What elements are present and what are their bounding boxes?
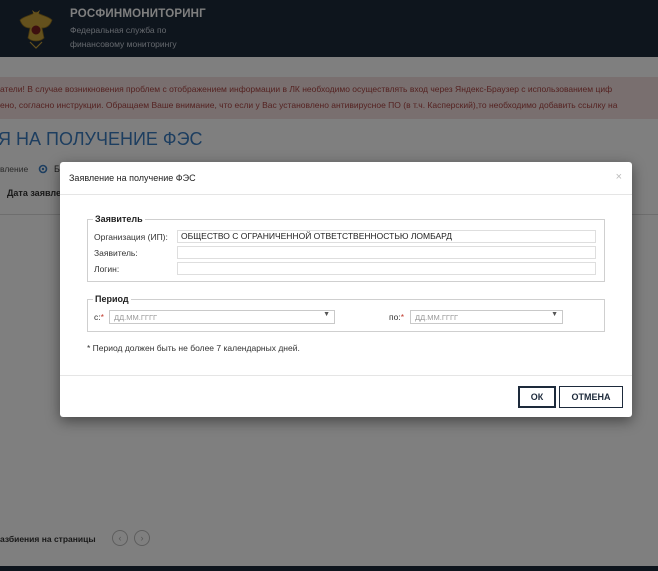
chevron-down-icon: ▼ — [323, 311, 330, 318]
org-label: Организация (ИП): — [94, 232, 168, 242]
applicant-legend: Заявитель — [93, 214, 145, 224]
period-legend: Период — [93, 294, 131, 304]
cancel-button[interactable]: ОТМЕНА — [559, 386, 623, 408]
period-group: Период с:* ДД.ММ.ГГГГ ▼ по:* ДД.ММ.ГГГГ … — [87, 294, 605, 332]
login-field[interactable] — [177, 262, 596, 275]
date-to-select[interactable]: ДД.ММ.ГГГГ ▼ — [410, 310, 563, 324]
date-to-placeholder: ДД.ММ.ГГГГ — [415, 313, 459, 322]
dialog-title: Заявление на получение ФЭС — [69, 173, 196, 183]
period-note: * Период должен быть не более 7 календар… — [87, 343, 300, 353]
chevron-down-icon: ▼ — [551, 311, 558, 318]
fes-request-dialog: Заявление на получение ФЭС × Заявитель О… — [60, 162, 632, 417]
applicant-field[interactable] — [177, 246, 596, 259]
close-icon[interactable]: × — [616, 171, 622, 183]
applicant-group: Заявитель Организация (ИП): ОБЩЕСТВО С О… — [87, 214, 605, 282]
date-from-placeholder: ДД.ММ.ГГГГ — [114, 313, 158, 322]
dialog-footer-divider — [60, 375, 632, 376]
to-label: по:* — [389, 312, 405, 322]
date-from-select[interactable]: ДД.ММ.ГГГГ ▼ — [109, 310, 335, 324]
dialog-header: Заявление на получение ФЭС × — [60, 162, 632, 195]
ok-button[interactable]: ОК — [518, 386, 556, 408]
login-label: Логин: — [94, 264, 120, 274]
applicant-label: Заявитель: — [94, 248, 138, 258]
from-label: с:* — [94, 312, 104, 322]
org-field[interactable]: ОБЩЕСТВО С ОГРАНИЧЕННОЙ ОТВЕТСТВЕННОСТЬЮ… — [177, 230, 596, 243]
